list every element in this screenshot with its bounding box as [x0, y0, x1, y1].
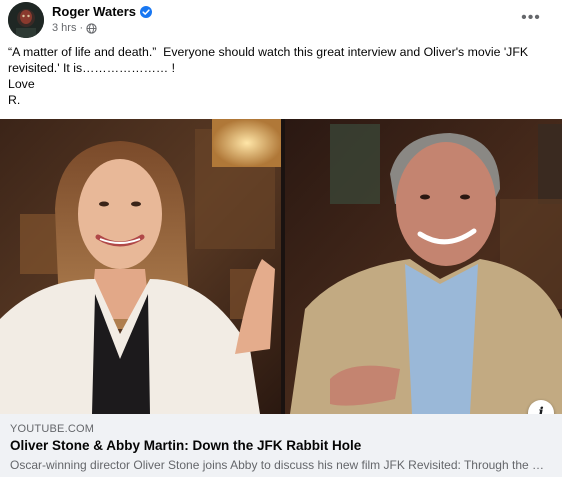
post-text: “A matter of life and death.” Everyone s…: [8, 44, 554, 108]
post-text-line: R.: [8, 93, 21, 107]
post-text-line: Love: [8, 77, 35, 91]
post-meta: 3 hrs ·: [52, 22, 97, 34]
more-options-button[interactable]: •••: [518, 8, 544, 28]
interview-thumbnail: [0, 119, 562, 414]
author-name[interactable]: Roger Waters: [52, 4, 153, 19]
link-preview-image[interactable]: i: [0, 119, 562, 414]
more-options-icon: •••: [521, 9, 541, 26]
author-avatar[interactable]: [8, 2, 44, 38]
link-preview[interactable]: YOUTUBE.COM Oliver Stone & Abby Martin: …: [0, 414, 562, 477]
link-title[interactable]: Oliver Stone & Abby Martin: Down the JFK…: [10, 438, 361, 453]
post-timestamp[interactable]: 3 hrs: [52, 22, 76, 34]
post-text-line: “A matter of life and death.” Everyone s…: [8, 45, 529, 59]
verified-badge-icon: [140, 5, 153, 18]
author-name-text[interactable]: Roger Waters: [52, 4, 136, 19]
globe-icon: [86, 22, 97, 34]
info-icon: i: [538, 405, 544, 414]
post-text-line: revisited.' It is………………… !: [8, 61, 176, 75]
facebook-post: Roger Waters 3 hrs · ••• “A matter of li…: [0, 0, 562, 477]
link-description: Oscar-winning director Oliver Stone join…: [10, 458, 545, 472]
meta-separator: ·: [79, 22, 84, 34]
avatar-image: [8, 2, 44, 38]
link-domain: YOUTUBE.COM: [10, 423, 95, 435]
post-header: Roger Waters 3 hrs · •••: [0, 0, 562, 40]
